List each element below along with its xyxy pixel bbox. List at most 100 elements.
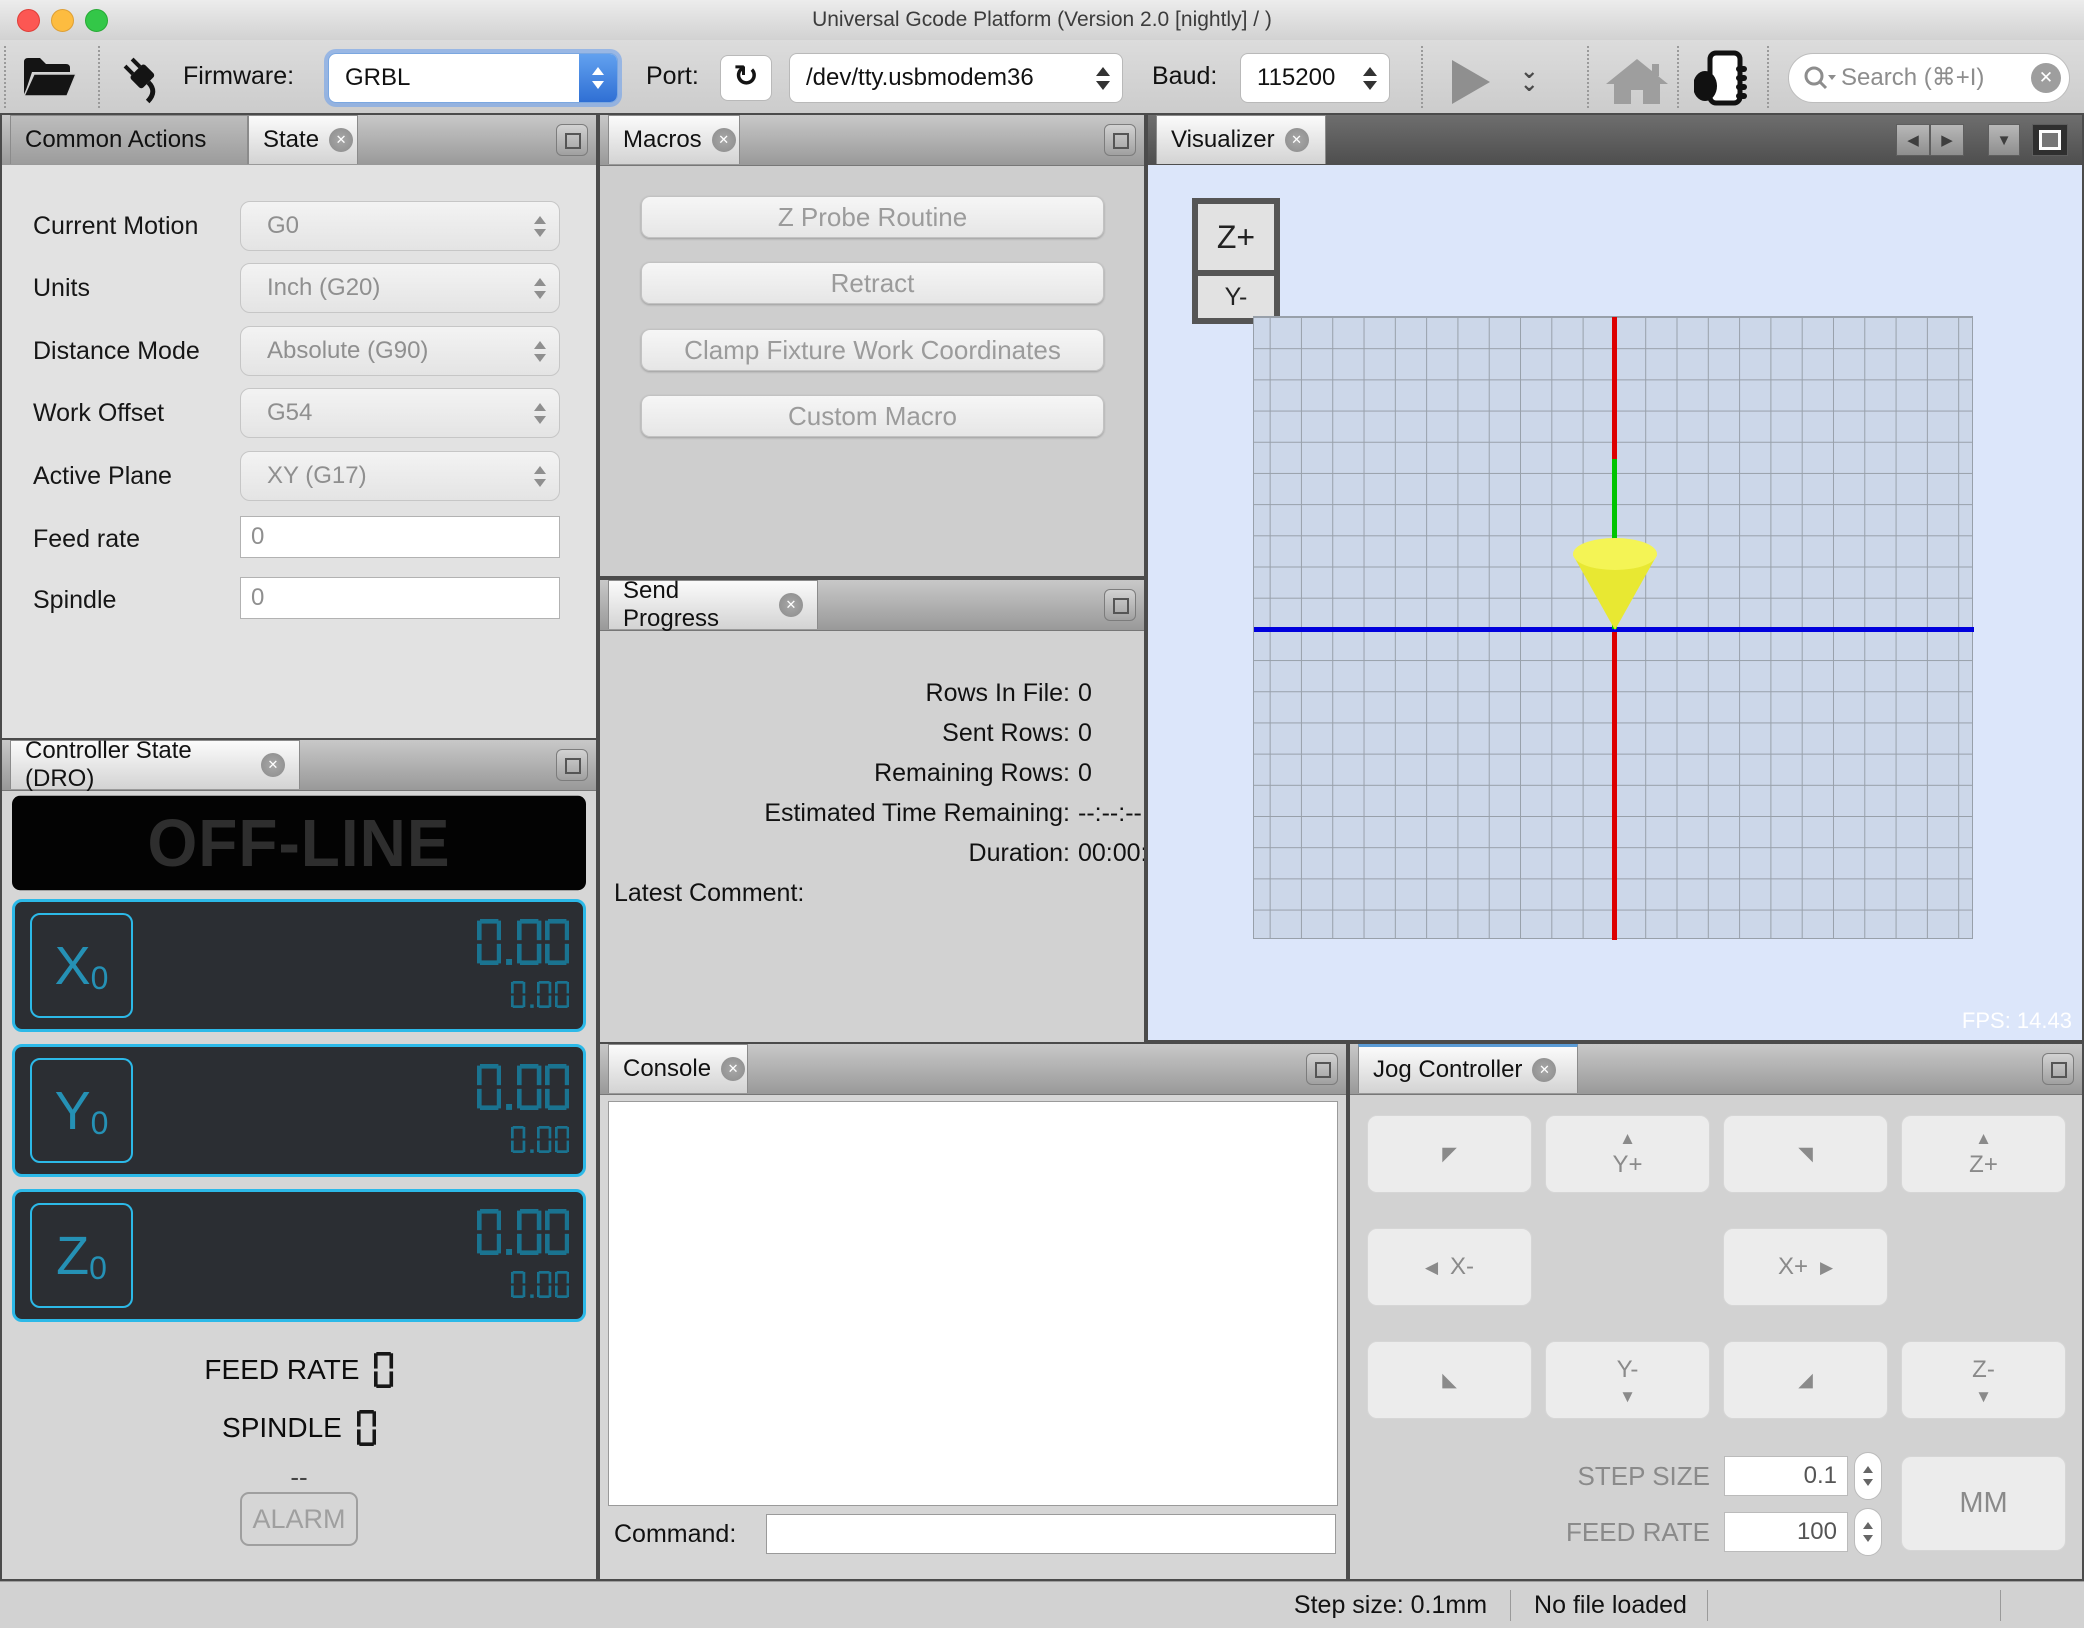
tab-visualizer[interactable]: Visualizer ✕	[1156, 115, 1326, 164]
command-label: Command:	[614, 1514, 736, 1554]
field-label: Work Offset	[33, 399, 164, 428]
diag-se-icon: ◢	[1798, 1369, 1813, 1392]
firmware-select[interactable]: GRBL	[328, 53, 618, 103]
jog-feed-rate-label: FEED RATE	[1450, 1512, 1710, 1552]
field-label: Active Plane	[33, 462, 172, 491]
app-window: Universal Gcode Platform (Version 2.0 [n…	[0, 0, 2084, 1628]
maximize-icon[interactable]	[2042, 1053, 2074, 1085]
close-icon[interactable]: ✕	[779, 593, 803, 617]
tab-macros[interactable]: Macros ✕	[608, 115, 740, 164]
field-label: Spindle	[33, 586, 116, 615]
baud-select[interactable]: 115200	[1240, 53, 1390, 103]
close-icon[interactable]: ✕	[329, 128, 353, 152]
active-plane-select[interactable]: XY (G17)	[240, 451, 560, 501]
jog-diag-xplus-yminus-button[interactable]: ◢	[1723, 1341, 1888, 1419]
close-icon[interactable]: ✕	[1285, 128, 1309, 152]
jog-z-plus-button[interactable]: ▲ Z+	[1901, 1115, 2066, 1193]
units-select[interactable]: Inch (G20)	[240, 263, 560, 313]
macro-custom-button[interactable]: Custom Macro	[641, 395, 1104, 437]
feed-rate-stepper[interactable]	[1854, 1508, 1882, 1556]
refresh-ports-button[interactable]: ↻	[720, 55, 772, 101]
close-icon[interactable]: ✕	[712, 128, 736, 152]
feed-rate-field[interactable]	[240, 516, 560, 558]
visualizer-panel: Visualizer ✕ ◀ ▶ ▼ Z+ Y-	[1148, 115, 2082, 1040]
toolbar-separator	[1421, 46, 1423, 108]
scroll-right-button[interactable]: ▶	[1930, 124, 1964, 156]
command-input[interactable]	[766, 1514, 1336, 1554]
z-zero-button[interactable]: Z0	[30, 1203, 133, 1308]
visualizer-canvas[interactable]: Z+ Y- FPS: 14.43	[1148, 165, 2082, 1040]
jog-z-minus-button[interactable]: Z- ▼	[1901, 1341, 2066, 1419]
chevron-double-down-icon[interactable]: ⌄⌄	[1520, 64, 1538, 90]
refresh-icon: ↻	[733, 60, 758, 93]
step-size-stepper[interactable]	[1854, 1452, 1882, 1500]
distance-mode-select[interactable]: Absolute (G90)	[240, 326, 560, 376]
connect-button[interactable]	[112, 50, 170, 111]
jog-feed-rate-input[interactable]	[1724, 1512, 1848, 1552]
tab-console[interactable]: Console ✕	[608, 1044, 748, 1093]
arrow-down-icon: ▼	[1997, 132, 2012, 149]
maximize-icon[interactable]	[1306, 1053, 1338, 1085]
maximize-icon[interactable]	[556, 749, 588, 781]
field-label: Distance Mode	[33, 337, 200, 366]
mobile-phone-icon	[1694, 93, 1750, 110]
stepper-icon	[529, 452, 551, 500]
tab-controller-state[interactable]: Controller State (DRO) ✕	[10, 740, 300, 789]
status-separator	[1510, 1590, 1511, 1621]
view-orientation-control: Z+ Y-	[1192, 198, 1280, 324]
tab-jog-controller[interactable]: Jog Controller ✕	[1358, 1044, 1578, 1093]
jog-diag-xminus-yplus-button[interactable]: ◤	[1367, 1115, 1532, 1193]
spindle-field[interactable]	[240, 577, 560, 619]
stepper-icon	[529, 389, 551, 437]
jog-diag-xplus-yplus-button[interactable]: ◥	[1723, 1115, 1888, 1193]
work-offset-select[interactable]: G54	[240, 388, 560, 438]
tab-state[interactable]: State ✕	[248, 115, 358, 164]
view-z-plus-button[interactable]: Z+	[1198, 204, 1274, 270]
jog-x-plus-button[interactable]: X+ ▶	[1723, 1228, 1888, 1306]
jog-panel: Jog Controller ✕ ◤ ▲ Y+ ◥ ▲ Z+ ◀ X-	[1350, 1044, 2082, 1579]
tab-send-progress[interactable]: Send Progress ✕	[608, 580, 818, 629]
macros-panel: Macros ✕ Z Probe Routine Retract Clamp F…	[600, 115, 1144, 576]
diag-sw-icon: ◣	[1442, 1369, 1457, 1392]
maximize-icon[interactable]	[556, 124, 588, 156]
step-size-input[interactable]	[1724, 1456, 1848, 1496]
tab-list-button[interactable]: ▼	[1988, 124, 2020, 156]
jog-diag-xminus-yminus-button[interactable]: ◣	[1367, 1341, 1532, 1419]
stepper-icon[interactable]	[1359, 54, 1381, 102]
maximize-icon[interactable]	[1104, 124, 1136, 156]
macro-z-probe-button[interactable]: Z Probe Routine	[641, 196, 1104, 238]
console-output[interactable]	[608, 1101, 1338, 1506]
close-icon[interactable]: ✕	[721, 1057, 745, 1081]
pendant-button[interactable]	[1694, 50, 1750, 111]
tab-common-actions[interactable]: Common Actions	[10, 115, 248, 164]
view-y-minus-button[interactable]: Y-	[1198, 276, 1274, 318]
home-button[interactable]	[1606, 58, 1668, 109]
plug-connect-icon	[112, 93, 170, 110]
search-input[interactable]: Search (⌘+I) ✕	[1788, 53, 2070, 103]
jog-x-minus-button[interactable]: ◀ X-	[1367, 1228, 1532, 1306]
open-file-button[interactable]	[22, 54, 76, 105]
close-icon[interactable]: ✕	[1532, 1058, 1556, 1082]
scroll-left-button[interactable]: ◀	[1896, 124, 1930, 156]
alarm-button[interactable]: ALARM	[240, 1492, 358, 1546]
y-zero-button[interactable]: Y0	[30, 1058, 133, 1163]
stepper-icon[interactable]	[579, 54, 617, 102]
send-play-button[interactable]	[1452, 60, 1490, 104]
maximize-icon[interactable]	[2032, 124, 2068, 156]
port-select[interactable]: /dev/tty.usbmodem36	[789, 53, 1123, 103]
main-area: Common Actions State ✕ Current Motion G0…	[0, 113, 2084, 1581]
macro-retract-button[interactable]: Retract	[641, 262, 1104, 304]
arrow-left-icon: ◀	[1425, 1259, 1438, 1276]
search-clear-icon[interactable]: ✕	[2031, 63, 2061, 93]
jog-y-plus-button[interactable]: ▲ Y+	[1545, 1115, 1710, 1193]
units-toggle-button[interactable]: MM	[1901, 1456, 2066, 1551]
x-zero-button[interactable]: X0	[30, 913, 133, 1018]
current-motion-select[interactable]: G0	[240, 201, 560, 251]
macro-clamp-fixture-button[interactable]: Clamp Fixture Work Coordinates	[641, 329, 1104, 371]
jog-y-minus-button[interactable]: Y- ▼	[1545, 1341, 1710, 1419]
maximize-icon[interactable]	[1104, 589, 1136, 621]
arrow-up-icon: ▲	[1619, 1130, 1636, 1147]
title-bar: Universal Gcode Platform (Version 2.0 [n…	[0, 0, 2084, 41]
close-icon[interactable]: ✕	[261, 753, 285, 777]
stepper-icon[interactable]	[1092, 54, 1114, 102]
